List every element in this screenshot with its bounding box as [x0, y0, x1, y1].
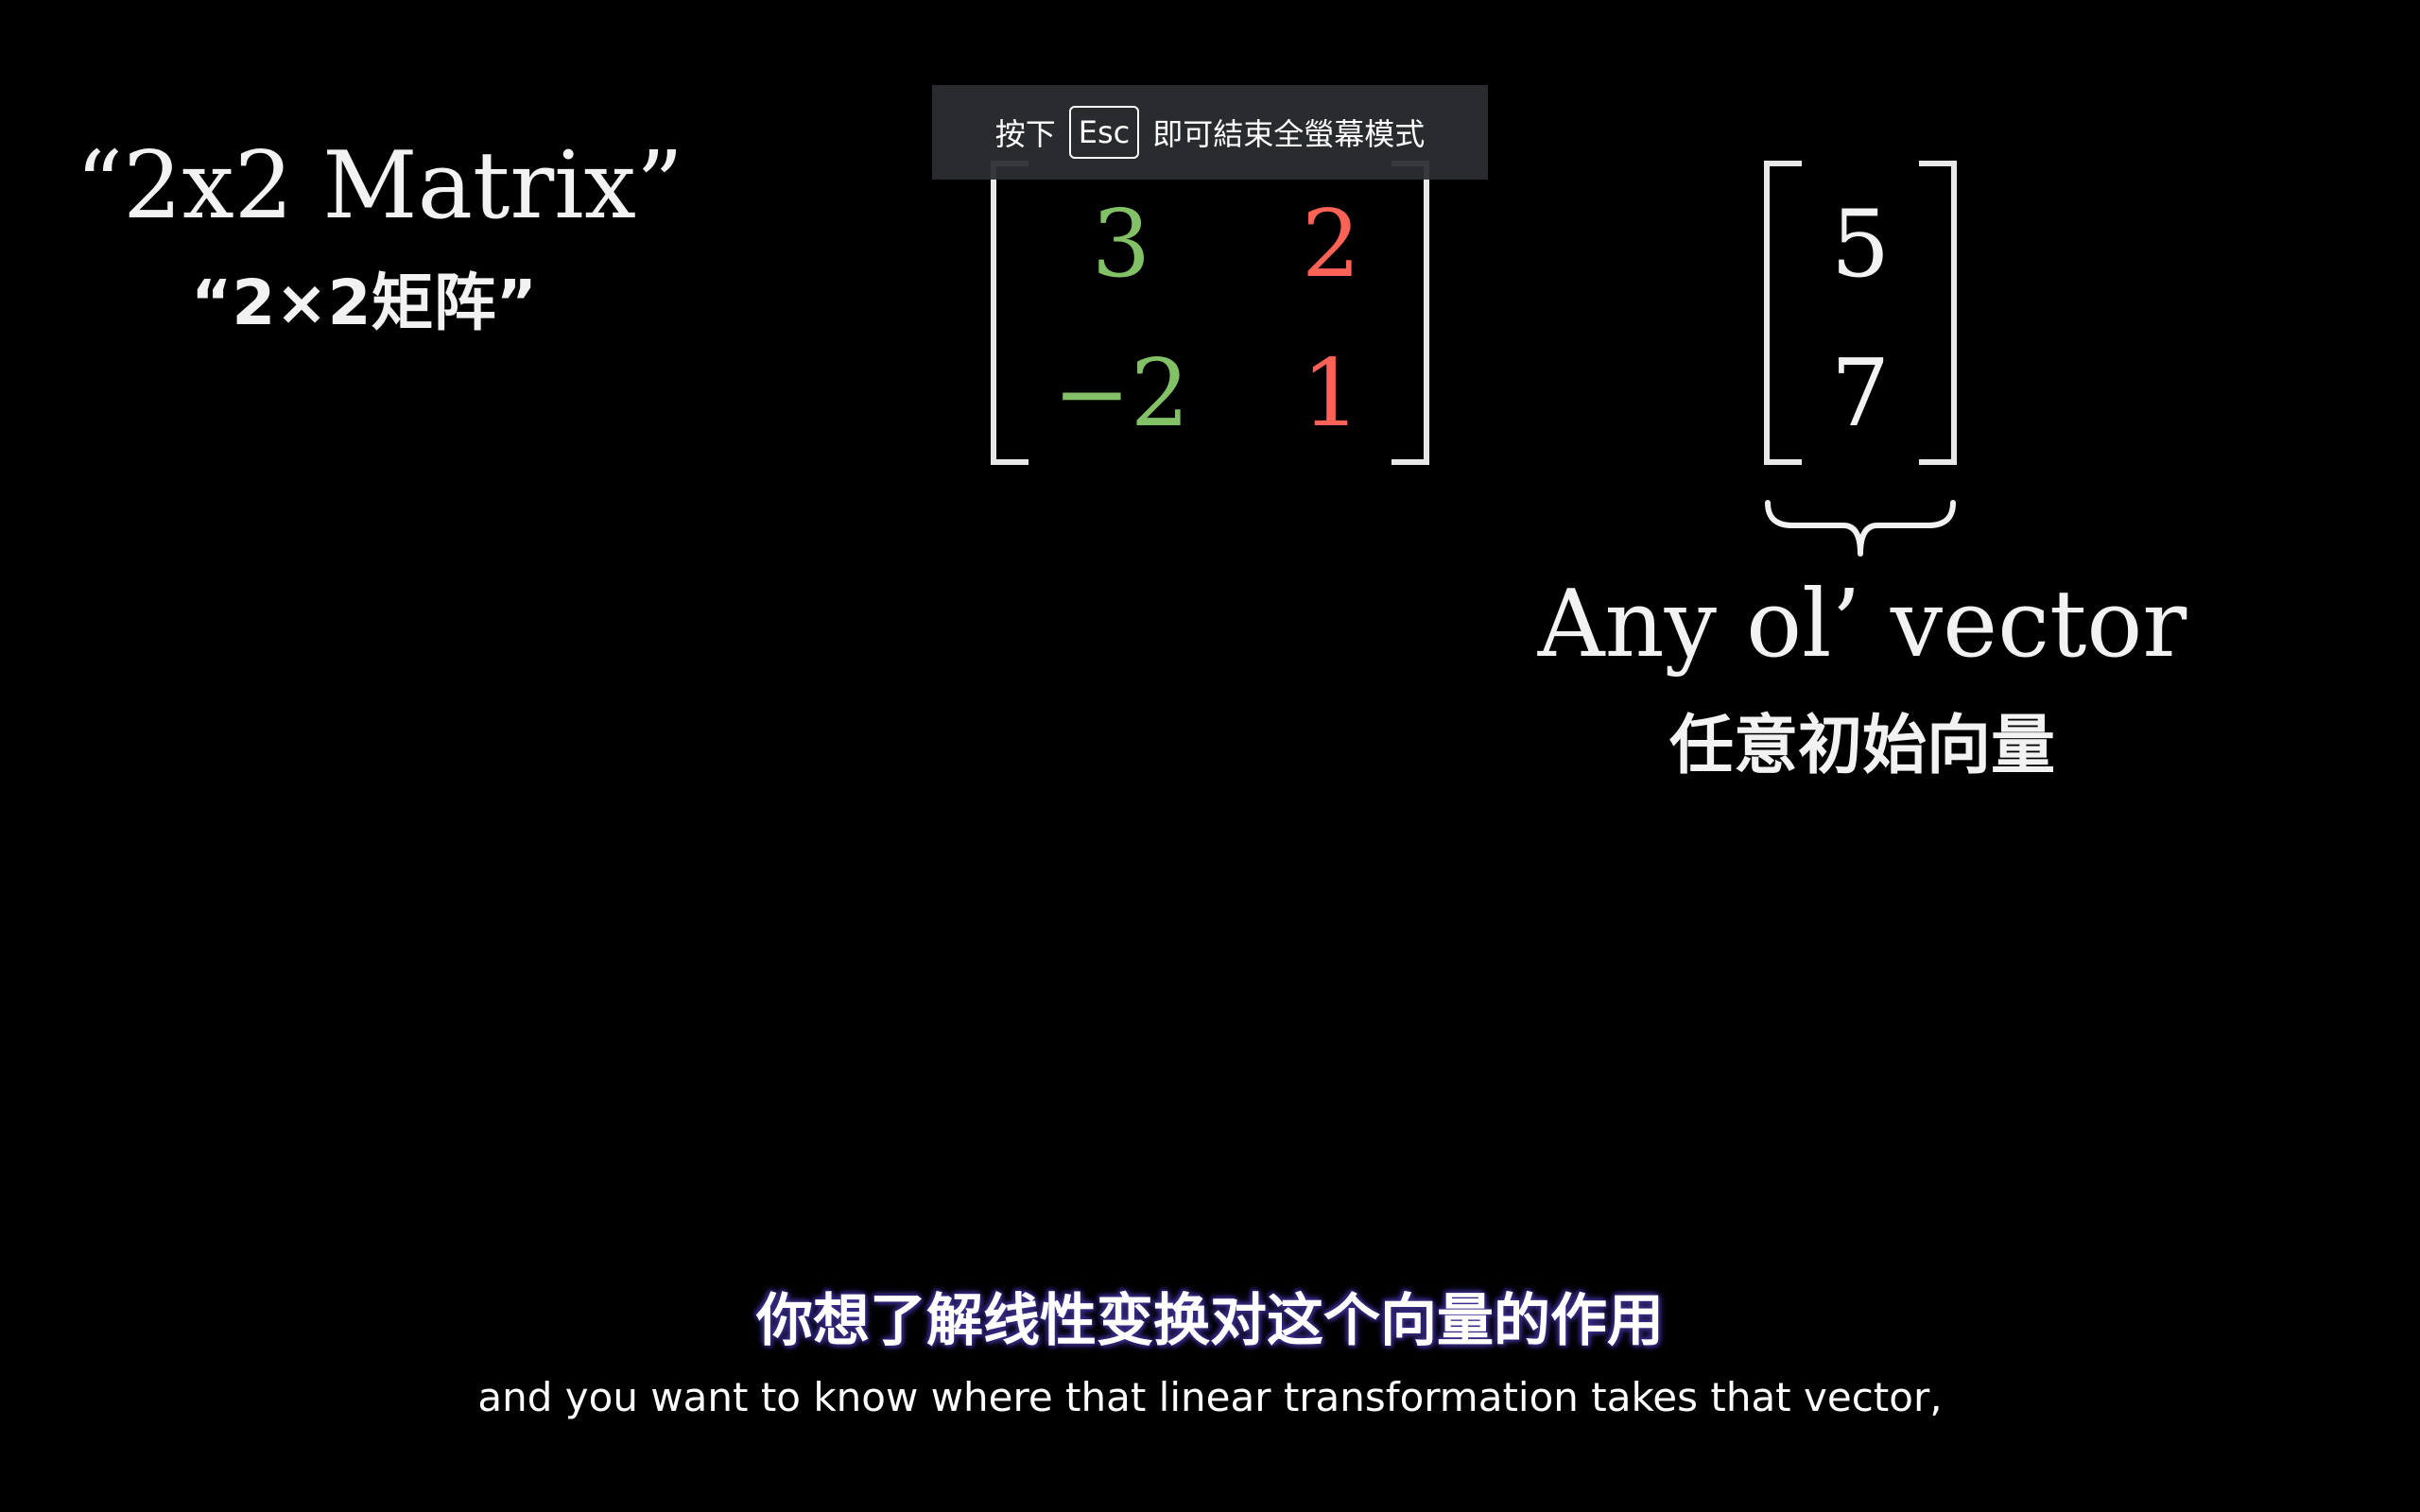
column-vector: 5 7 — [1764, 161, 1957, 465]
matrix-cell-a21: −2 — [1052, 340, 1190, 448]
matrix-left-bracket — [991, 161, 1028, 465]
vector-entry-x: 5 — [1830, 191, 1891, 299]
toast-prefix: 按下 — [994, 116, 1056, 152]
vector-label-chinese: 任意初始向量 — [1668, 709, 2055, 783]
video-frame[interactable]: “2x2 Matrix” “2×2矩阵” 3 2 −2 1 5 7 Any ol… — [0, 0, 2420, 1512]
esc-key-badge: Esc — [1068, 106, 1140, 159]
subtitle-chinese: 你想了解线性变换对这个向量的作用 — [756, 1288, 1664, 1354]
matrix-label-chinese: “2×2矩阵” — [191, 266, 537, 339]
vector-label-english: Any ol’ vector — [1537, 571, 2187, 679]
fullscreen-exit-toast: 按下 Esc 即可結束全螢幕模式 — [932, 85, 1488, 180]
matrix-cell-a11: 3 — [1091, 191, 1151, 299]
matrix-label-english: “2x2 Matrix” — [76, 132, 683, 240]
subtitle-english: and you want to know where that linear t… — [477, 1374, 1943, 1420]
matrix-cell-a12: 2 — [1301, 191, 1361, 299]
matrix-2x2: 3 2 −2 1 — [991, 161, 1429, 465]
matrix-cell-a22: 1 — [1301, 340, 1361, 448]
toast-suffix: 即可結束全螢幕模式 — [1152, 116, 1426, 152]
vector-entry-y: 7 — [1830, 340, 1891, 448]
underbrace — [1765, 500, 1956, 557]
